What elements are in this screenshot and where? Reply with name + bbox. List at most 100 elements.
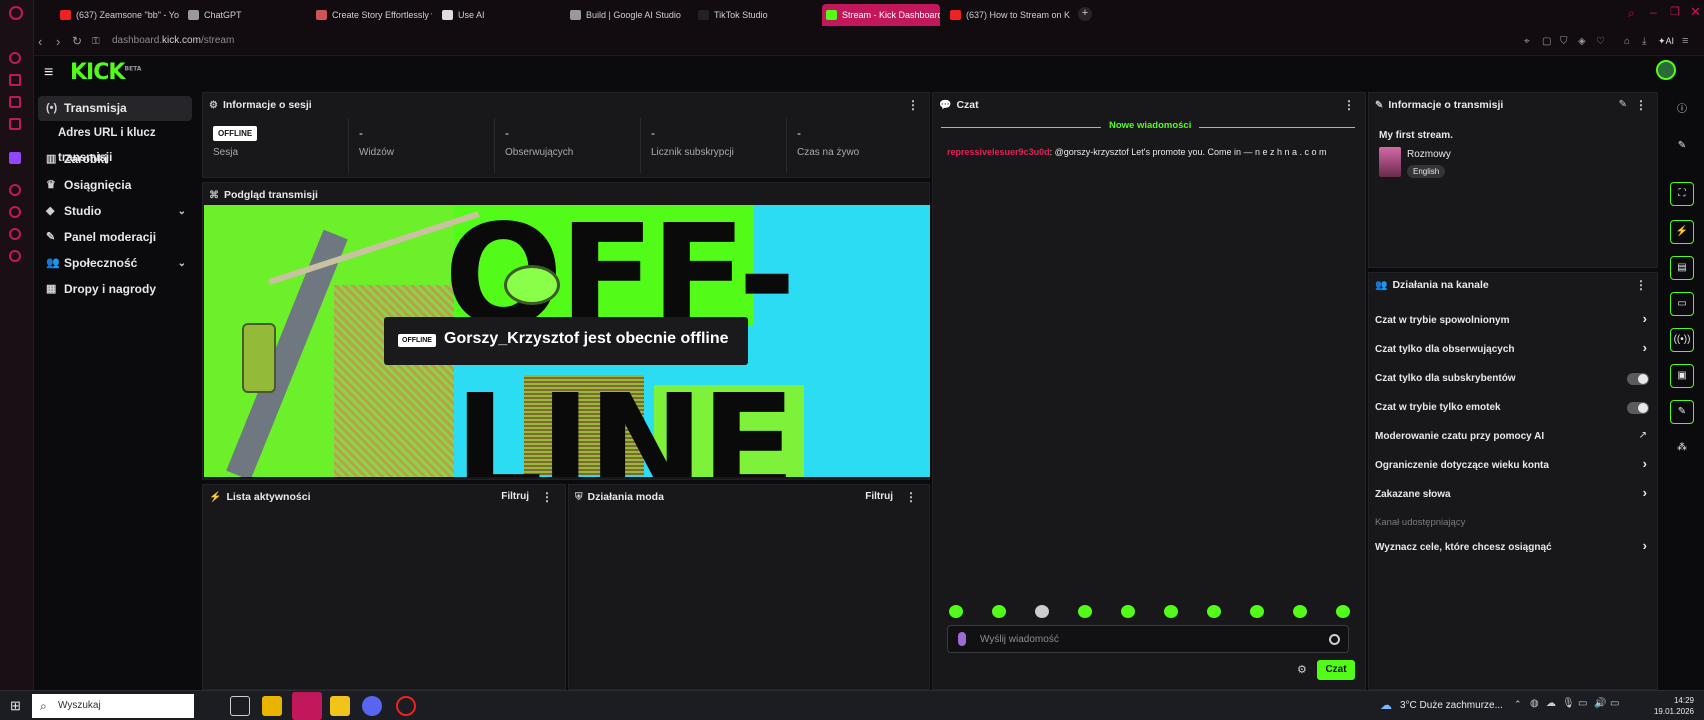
weather-text[interactable]: 3°C Duże zachmurze... [1400,700,1503,711]
document-icon[interactable]: ▤ [1670,256,1694,280]
edit-icon[interactable]: ✎ [1619,99,1627,110]
edit-icon[interactable]: ✎ [1670,134,1694,158]
minimize-icon[interactable]: – [1650,5,1657,19]
wallet-icon[interactable]: ⌂ [1624,36,1630,47]
browser-tab[interactable]: (637) How to Stream on Ki [946,4,1070,26]
emote-icon[interactable] [1164,605,1178,618]
bolt-icon[interactable]: ⚡ [1670,220,1694,244]
filter-button[interactable]: Filtruj [865,491,893,502]
task-view-icon[interactable] [230,696,250,716]
category-thumbnail[interactable] [1379,147,1401,177]
emote-icon[interactable] [992,605,1006,618]
opera-logo-icon[interactable] [9,6,23,20]
sidebar-item-transmisja[interactable]: (•) Transmisja [38,96,192,121]
player-icon[interactable] [9,184,21,196]
more-icon[interactable]: ⋮ [907,98,919,112]
display-icon[interactable]: ▭ [1578,698,1587,709]
reload-icon[interactable]: ↻ [72,34,82,48]
emote-icon[interactable] [1250,605,1264,618]
taskbar-search[interactable]: ⌕ Wyszukaj [32,694,194,718]
camera-icon[interactable]: ▣ [1670,364,1694,388]
browser-tab[interactable]: Build | Google AI Studio [566,4,686,26]
messenger-icon[interactable] [9,96,21,108]
sidebar-item-spolecznosc[interactable]: 👥 Społeczność ⌄ [38,251,192,276]
filter-button[interactable]: Filtruj [501,491,529,502]
capture-icon[interactable]: ⛶ [1670,182,1694,206]
chat-icon[interactable]: ▭ [1670,292,1694,316]
search-tabs-icon[interactable]: ⌕ [1628,6,1635,21]
url-field[interactable]: dashboard.kick.com/stream [112,35,234,46]
aria-icon[interactable] [9,52,21,64]
chat-input[interactable]: Wyślij wiadomość [947,625,1349,653]
emote-only-toggle[interactable] [1627,402,1649,414]
emote-icon[interactable] [949,605,963,618]
hamburger-menu-icon[interactable]: ≡ [44,64,53,82]
more-icon[interactable]: ⋮ [1635,98,1647,112]
wrench-icon[interactable]: ✎ [1670,400,1694,424]
twitch-icon[interactable] [9,152,21,164]
tray-chevron-icon[interactable]: ⌃ [1514,699,1522,710]
heart-icon[interactable]: ♡ [1596,36,1605,47]
volume-icon[interactable]: 🔊 [1594,698,1606,709]
download-icon[interactable]: ⤓ [1642,36,1646,47]
apps-icon[interactable]: ⁂ [1670,436,1694,460]
subscribers-only-toggle[interactable] [1627,373,1649,385]
pin-icon[interactable]: ⌖ [1524,36,1530,47]
mic-icon[interactable]: 🎙 [1562,698,1575,709]
stream-category[interactable]: Rozmowy [1407,149,1451,160]
emote-icon[interactable] [1336,605,1350,618]
back-icon[interactable]: ‹ [38,34,42,49]
more-icon[interactable]: ⋮ [905,490,917,504]
sidebar-item-panel-moderacji[interactable]: ✎ Panel moderacji [38,225,192,250]
emote-icon[interactable] [1121,605,1135,618]
new-tab-icon[interactable]: + [1078,7,1092,21]
more-icon[interactable]: ⋮ [1343,98,1355,112]
maximize-icon[interactable]: ❐ [1670,5,1680,18]
close-window-icon[interactable]: ✕ [1690,4,1701,20]
microphone-icon[interactable] [958,632,966,646]
file-explorer-icon[interactable] [262,696,282,716]
sidebar-item-osiagniecia[interactable]: ♛ Osiągnięcia [38,173,192,198]
browser-tab[interactable]: Create Story Effortlessly w [312,4,432,26]
more-icon[interactable]: ⋮ [541,490,553,504]
emote-icon[interactable] [1293,605,1307,618]
settings-icon[interactable] [9,250,21,262]
cloud-icon[interactable]: ☁ [1546,698,1556,709]
emote-icon[interactable] [1035,605,1049,618]
snapshot-icon[interactable]: ▢ [1542,36,1551,47]
sidebar-item-studio[interactable]: ◆ Studio ⌄ [38,199,192,224]
chat-username[interactable]: repressivelesuer9c3u0d [947,147,1050,157]
info-icon[interactable]: ⓘ [1670,98,1694,122]
browser-tab[interactable]: ChatGPT [184,4,304,26]
notes-icon[interactable] [330,696,350,716]
discord-icon[interactable] [362,696,382,716]
shop-icon[interactable] [9,74,21,86]
emote-icon[interactable] [1207,605,1221,618]
youtube-icon[interactable] [9,118,21,130]
emote-icon[interactable] [1078,605,1092,618]
emoji-picker-icon[interactable] [1329,634,1340,645]
user-avatar[interactable] [1656,60,1676,80]
windows-start-icon[interactable]: ⊞ [10,698,21,714]
cube-icon[interactable]: ◈ [1578,36,1586,47]
pinboard-icon[interactable] [9,228,21,240]
browser-tab-active[interactable]: Stream - Kick Dashboard [822,4,940,26]
more-icon[interactable]: ⋮ [1635,278,1647,292]
send-chat-button[interactable]: Czat [1317,660,1355,680]
taskbar-clock[interactable]: 14:29 19.01.2026 [1654,695,1694,717]
opera-taskbar-icon[interactable] [292,692,322,720]
forward-icon[interactable]: › [56,34,60,49]
history-icon[interactable] [9,206,21,218]
site-info-icon[interactable]: ⚿ [92,36,100,47]
kick-logo[interactable]: KICKBETA [70,60,141,85]
chat-settings-icon[interactable]: ⚙ [1297,663,1307,676]
browser-tab[interactable]: Use AI [438,4,548,26]
ai-icon[interactable]: ✦AI [1658,36,1674,47]
broadcast-icon[interactable]: ((•)) [1670,328,1694,352]
battery-icon[interactable]: ▭ [1610,698,1619,709]
app-icon[interactable] [396,696,416,716]
sidebar-item-zarobki[interactable]: ▥ Zarobki [38,147,192,172]
offline-banner[interactable]: OFF- LINE OFFLINE Gorszy_Krzysztof jest … [204,205,930,477]
shield-icon[interactable]: ⛉ [1560,36,1568,47]
menu-icon[interactable]: ≡ [1682,35,1688,47]
